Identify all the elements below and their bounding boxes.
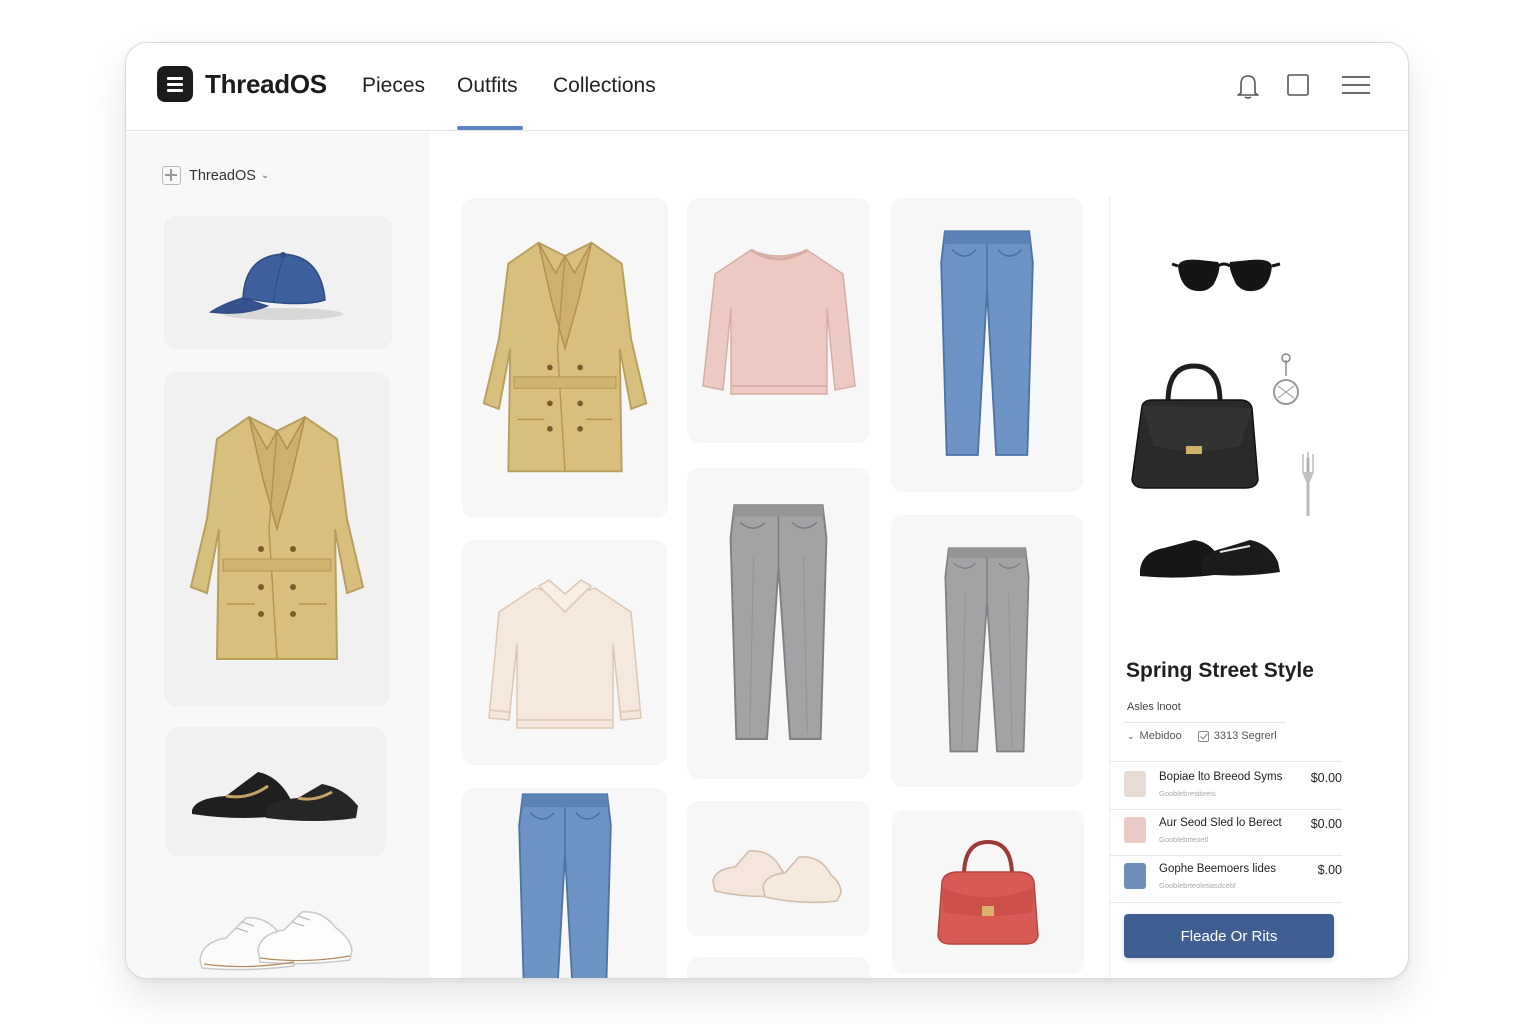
outfit-preview-image [1131, 259, 1314, 578]
item-name: Bopiae lto Breeod Syms [1159, 771, 1283, 783]
item-price: $0.00 [1310, 817, 1342, 831]
camel-trench-coat-icon [187, 399, 367, 679]
app-window: ThreadOS Pieces Outfits Collections Thre… [125, 42, 1409, 979]
outfit-subtitle: Asles lnoot [1127, 701, 1181, 713]
grid-item-grey-trousers-2[interactable] [891, 515, 1083, 787]
grid-item-slip-ons[interactable] [687, 801, 870, 936]
grey-trousers-icon [937, 534, 1037, 769]
fork-icon [1302, 452, 1314, 516]
black-sunglasses-icon [1171, 259, 1281, 292]
item-subtitle: Gooblebrestteeis [1159, 789, 1216, 798]
checkbox-icon[interactable] [1197, 730, 1209, 742]
white-sneakers-icon [199, 911, 353, 971]
grid-item-pink-sweater[interactable] [687, 198, 870, 443]
grid-item-red-bag[interactable] [892, 810, 1084, 974]
divider [1110, 855, 1342, 856]
cream-slip-on-shoes-icon [711, 849, 842, 903]
item-thumbnail [1124, 771, 1146, 797]
bell-icon[interactable] [1236, 73, 1260, 104]
menu-lines-icon[interactable] [157, 66, 193, 102]
outfit-detail-panel: Spring Street Style Asles lnoot ⌄ Mebido… [1109, 196, 1349, 978]
tab-collections[interactable]: Collections [553, 74, 656, 98]
outfit-item-row[interactable]: Gophe Beemoers lides Gooblebrteoletiasdc… [1124, 859, 1342, 895]
silver-charm-icon [1273, 353, 1299, 405]
square-icon[interactable] [1287, 74, 1309, 101]
grid-item-jeans[interactable] [462, 788, 667, 979]
chevron-down-icon[interactable]: ⌄ [1127, 731, 1135, 742]
divider [1124, 722, 1286, 723]
blue-jeans-icon [932, 225, 1042, 465]
sidebar-item-coat[interactable] [164, 372, 390, 706]
blue-jeans-icon [510, 788, 620, 979]
add-icon [162, 166, 181, 185]
primary-action-button[interactable]: Fleade Or Rits [1124, 914, 1334, 958]
sidebar-item-cap[interactable] [164, 216, 392, 349]
pink-sweater-icon [701, 248, 856, 395]
outfit-grid [430, 132, 1106, 979]
black-loafers-icon [1140, 540, 1280, 578]
blue-baseball-cap-icon [208, 251, 343, 320]
item-subtitle: Gooblebrteoletiasdcebl [1159, 881, 1236, 890]
grid-item-coat[interactable] [462, 198, 668, 518]
cream-collared-sweater-icon [487, 578, 642, 729]
outfit-title: Spring Street Style [1126, 659, 1314, 682]
tab-outfits[interactable]: Outfits [457, 74, 518, 98]
item-name: Gophe Beemoers lides [1159, 863, 1276, 875]
item-thumbnail [1124, 817, 1146, 843]
workspace-label: ThreadOS [189, 167, 256, 184]
active-tab-indicator [457, 126, 523, 130]
sidebar-item-loafers[interactable] [166, 727, 386, 856]
item-subtitle: Gooblebrteoetl [1159, 835, 1209, 844]
black-loafers-icon [192, 771, 358, 821]
divider [1110, 761, 1342, 762]
meta-right-label: 3313 Segrerl [1213, 730, 1277, 742]
outfit-item-row[interactable]: Bopiae lto Breeod Syms Gooblebrestteeis … [1124, 767, 1342, 803]
item-thumbnail [1124, 863, 1146, 889]
grid-item-partial[interactable] [687, 957, 870, 978]
divider [1110, 809, 1342, 810]
chevron-down-icon: ⌄ [260, 170, 270, 181]
hamburger-menu-icon[interactable] [1341, 75, 1371, 100]
outfit-item-row[interactable]: Aur Seod Sled lo Berect Gooblebrteoetl $… [1124, 813, 1342, 849]
grid-item-grey-trousers[interactable] [687, 468, 870, 779]
sidebar-item-sneakers[interactable] [166, 880, 386, 978]
workspace-switcher[interactable]: ThreadOS ⌄ [162, 166, 269, 185]
top-bar: ThreadOS Pieces Outfits Collections [126, 43, 1408, 131]
sidebar: ThreadOS ⌄ [126, 132, 430, 978]
tab-pieces[interactable]: Pieces [362, 74, 425, 98]
item-price: $0.00 [1310, 771, 1342, 785]
outfit-preview [1110, 196, 1330, 641]
grey-trousers-icon [721, 499, 836, 749]
grid-item-jeans-2[interactable] [891, 198, 1083, 492]
grid-item-cream-sweater[interactable] [462, 540, 667, 765]
outfit-meta: ⌄ Mebidoo 3313 Segrerl [1127, 730, 1277, 742]
brand-name: ThreadOS [205, 69, 327, 99]
divider [1110, 902, 1342, 903]
item-price: $.00 [1317, 863, 1342, 877]
red-handbag-icon [937, 839, 1039, 945]
camel-trench-coat-icon [480, 228, 650, 488]
black-handbag-icon [1131, 363, 1259, 489]
item-name: Aur Seod Sled lo Berect [1159, 817, 1282, 829]
meta-left-label[interactable]: Mebidoo [1140, 730, 1182, 742]
